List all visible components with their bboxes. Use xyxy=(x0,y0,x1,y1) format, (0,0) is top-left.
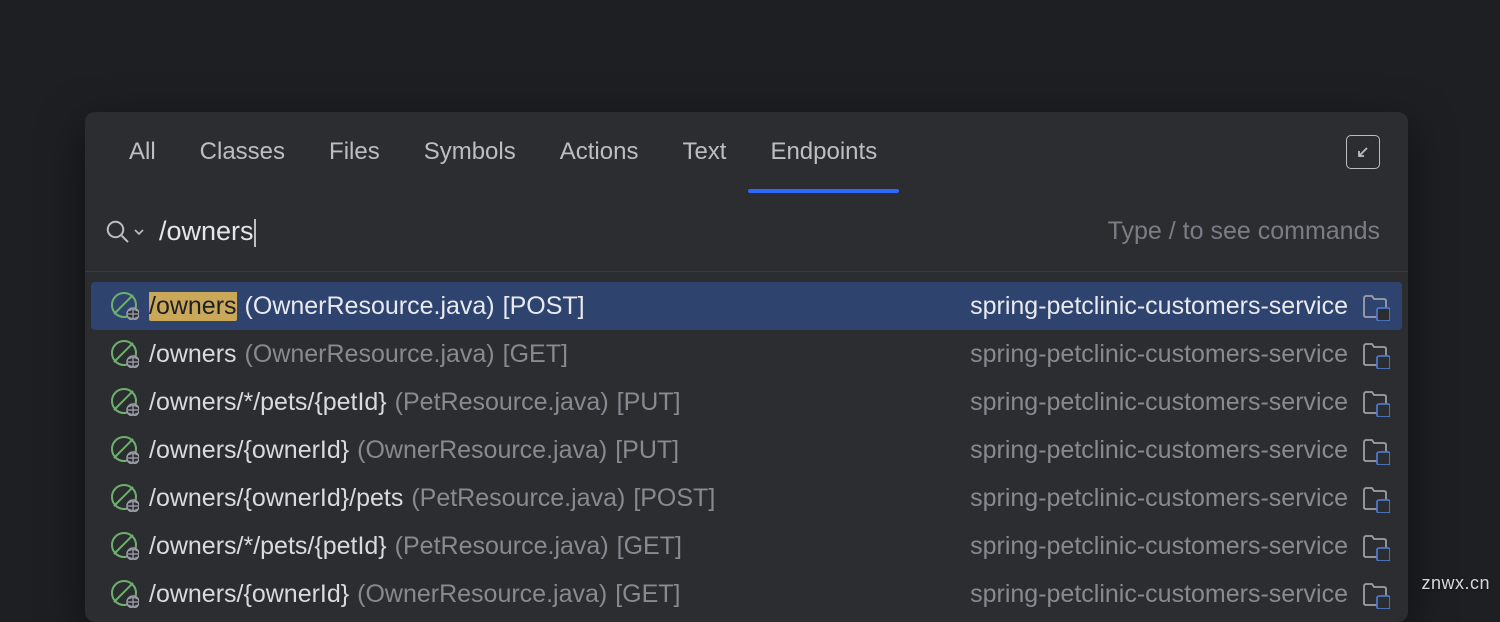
result-row[interactable]: /owners (OwnerResource.java) [POST] spri… xyxy=(91,282,1402,330)
chevron-down-icon xyxy=(133,217,145,247)
result-method: [PUT] xyxy=(615,436,679,465)
tab-actions[interactable]: Actions xyxy=(538,112,661,192)
result-file: (OwnerResource.java) xyxy=(245,292,495,321)
result-path: /owners/*/pets/{petId} xyxy=(149,388,387,417)
endpoint-icon xyxy=(111,436,139,464)
results-list: /owners (OwnerResource.java) [POST] spri… xyxy=(85,272,1408,618)
endpoint-icon xyxy=(111,532,139,560)
result-row[interactable]: /owners/*/pets/{petId} (PetResource.java… xyxy=(85,378,1408,426)
expand-icon xyxy=(1354,143,1372,161)
result-row[interactable]: /owners/{ownerId} (OwnerResource.java) [… xyxy=(85,570,1408,618)
result-path: /owners/{ownerId} xyxy=(149,580,349,609)
result-module: spring-petclinic-customers-service xyxy=(970,340,1348,369)
endpoint-icon xyxy=(111,340,139,368)
module-icon xyxy=(1360,339,1390,369)
result-file: (PetResource.java) xyxy=(395,388,609,417)
result-method: [GET] xyxy=(615,580,680,609)
tab-classes[interactable]: Classes xyxy=(178,112,307,192)
result-file: (PetResource.java) xyxy=(411,484,625,513)
result-row[interactable]: /owners/*/pets/{petId} (PetResource.java… xyxy=(85,522,1408,570)
tab-endpoints[interactable]: Endpoints xyxy=(748,112,899,192)
module-icon xyxy=(1360,531,1390,561)
search-everywhere-dialog: All Classes Files Symbols Actions Text E… xyxy=(85,112,1408,622)
result-row[interactable]: /owners (OwnerResource.java) [GET] sprin… xyxy=(85,330,1408,378)
module-icon xyxy=(1360,291,1390,321)
result-row[interactable]: /owners/{ownerId} (OwnerResource.java) [… xyxy=(85,426,1408,474)
result-method: [GET] xyxy=(617,532,682,561)
search-hint: Type / to see commands xyxy=(1108,217,1380,246)
result-method: [POST] xyxy=(633,484,715,513)
result-module: spring-petclinic-customers-service xyxy=(970,580,1348,609)
result-method: [PUT] xyxy=(617,388,681,417)
tab-files[interactable]: Files xyxy=(307,112,402,192)
result-path: /owners xyxy=(149,292,237,321)
result-module: spring-petclinic-customers-service xyxy=(970,436,1348,465)
module-icon xyxy=(1360,435,1390,465)
result-file: (OwnerResource.java) xyxy=(357,436,607,465)
endpoint-icon xyxy=(111,580,139,608)
endpoint-icon xyxy=(111,292,139,320)
result-path: /owners xyxy=(149,340,237,369)
result-module: spring-petclinic-customers-service xyxy=(970,484,1348,513)
module-icon xyxy=(1360,387,1390,417)
open-in-toolwindow-button[interactable] xyxy=(1346,135,1380,169)
endpoint-icon xyxy=(111,484,139,512)
search-tabs: All Classes Files Symbols Actions Text E… xyxy=(85,112,1408,192)
result-module: spring-petclinic-customers-service xyxy=(970,532,1348,561)
watermark: znwx.cn xyxy=(1421,573,1490,594)
tab-all[interactable]: All xyxy=(107,112,178,192)
result-path: /owners/{ownerId}/pets xyxy=(149,484,403,513)
result-module: spring-petclinic-customers-service xyxy=(970,292,1348,321)
result-file: (PetResource.java) xyxy=(395,532,609,561)
tab-symbols[interactable]: Symbols xyxy=(402,112,538,192)
result-row[interactable]: /owners/{ownerId}/pets (PetResource.java… xyxy=(85,474,1408,522)
result-method: [POST] xyxy=(503,292,585,321)
search-icon xyxy=(103,217,145,247)
result-path: /owners/*/pets/{petId} xyxy=(149,532,387,561)
result-file: (OwnerResource.java) xyxy=(357,580,607,609)
result-file: (OwnerResource.java) xyxy=(245,340,495,369)
search-bar: /owners Type / to see commands xyxy=(85,192,1408,272)
result-module: spring-petclinic-customers-service xyxy=(970,388,1348,417)
result-path: /owners/{ownerId} xyxy=(149,436,349,465)
search-input[interactable]: /owners xyxy=(145,216,1108,247)
module-icon xyxy=(1360,483,1390,513)
endpoint-icon xyxy=(111,388,139,416)
tab-text[interactable]: Text xyxy=(660,112,748,192)
result-method: [GET] xyxy=(503,340,568,369)
module-icon xyxy=(1360,579,1390,609)
